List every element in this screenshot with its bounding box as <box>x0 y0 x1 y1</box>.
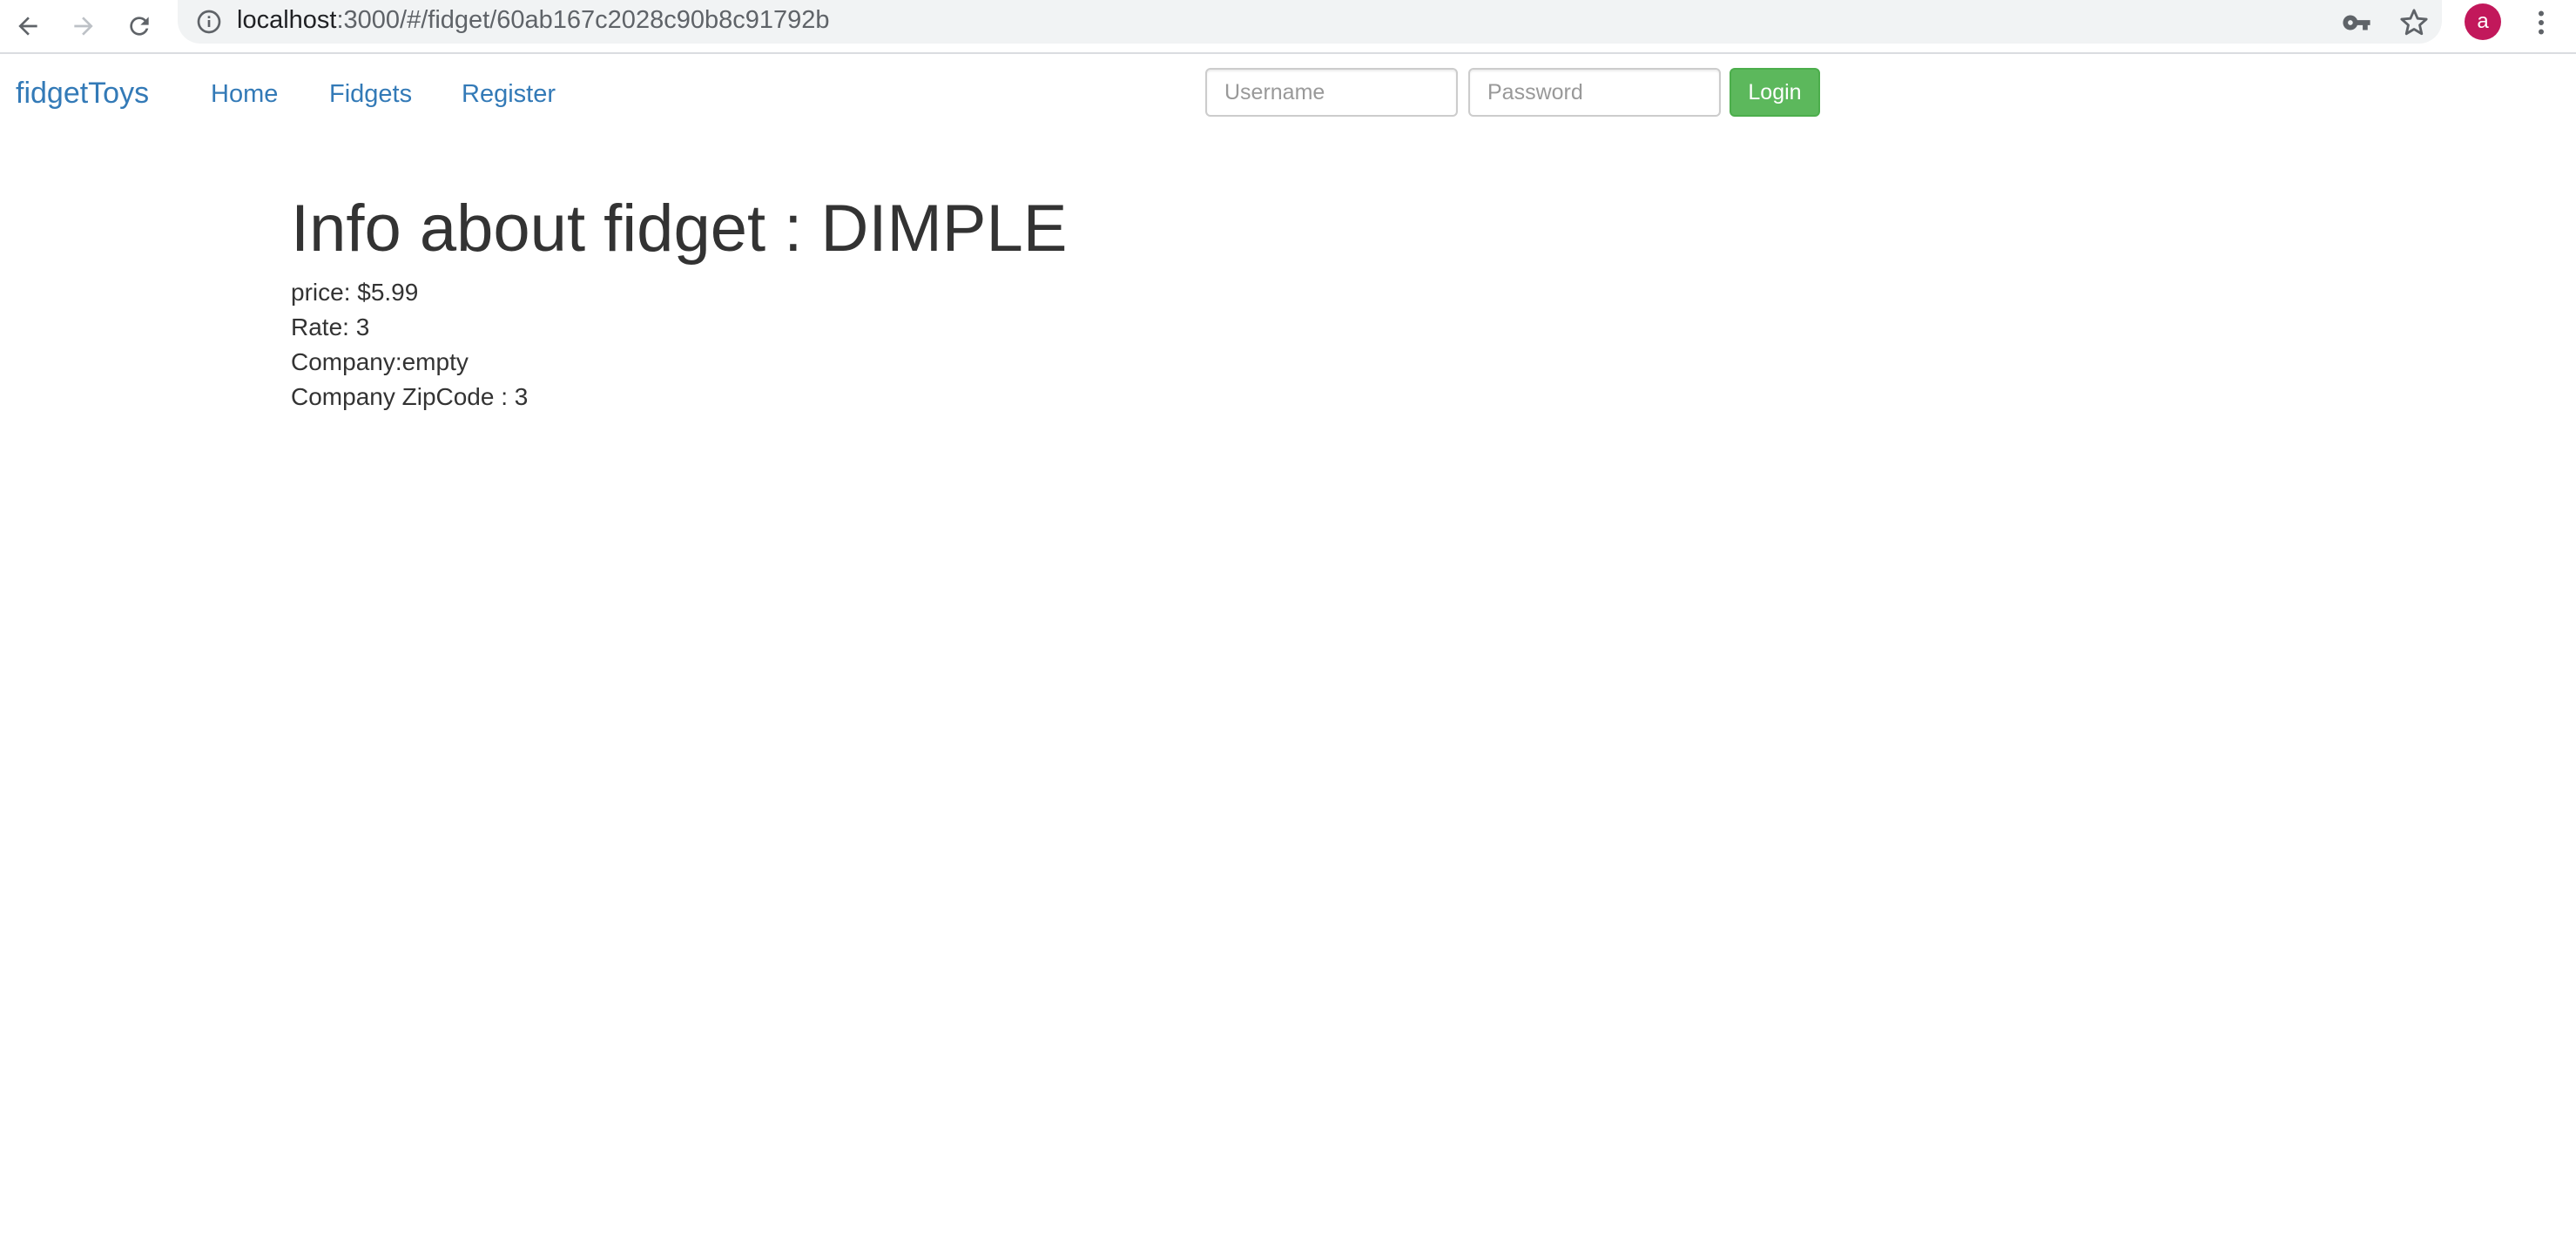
company-text: Company:empty <box>291 348 469 375</box>
password-input[interactable] <box>1468 68 1721 117</box>
kebab-menu-icon[interactable] <box>2525 5 2557 40</box>
star-icon[interactable] <box>2398 7 2430 38</box>
browser-toolbar: localhost:3000/#/fidget/60ab167c2028c90b… <box>0 0 2576 54</box>
nav-home-link[interactable]: Home <box>211 80 278 109</box>
fidget-info: Info about fidget : DIMPLE price: $5.99 … <box>291 183 1067 414</box>
url-host: localhost <box>237 6 337 34</box>
forward-arrow-icon[interactable] <box>63 5 105 47</box>
key-icon[interactable] <box>2341 7 2372 38</box>
nav-register-link[interactable]: Register <box>462 80 556 109</box>
login-button[interactable]: Login <box>1730 68 1820 117</box>
page-title: Info about fidget : DIMPLE <box>291 192 1068 266</box>
avatar[interactable]: a <box>2465 3 2501 40</box>
brand-link[interactable]: fidgetToys <box>16 77 149 111</box>
info-icon[interactable] <box>195 8 223 36</box>
url-text: localhost:3000/#/fidget/60ab167c2028c90b… <box>237 6 829 35</box>
price-text: price: $5.99 <box>291 279 419 306</box>
url-path: :3000/#/fidget/60ab167c2028c90b8c91792b <box>336 6 830 34</box>
back-arrow-icon[interactable] <box>7 5 49 47</box>
reload-icon[interactable] <box>118 5 160 47</box>
navbar: fidgetToys Home Fidgets Register Login <box>0 54 2576 141</box>
address-bar[interactable]: localhost:3000/#/fidget/60ab167c2028c90b… <box>178 0 2442 44</box>
nav-fidgets-link[interactable]: Fidgets <box>329 80 412 109</box>
zipcode-text: Company ZipCode : 3 <box>291 383 529 410</box>
username-input[interactable] <box>1205 68 1458 117</box>
rate-text: Rate: 3 <box>291 313 370 340</box>
